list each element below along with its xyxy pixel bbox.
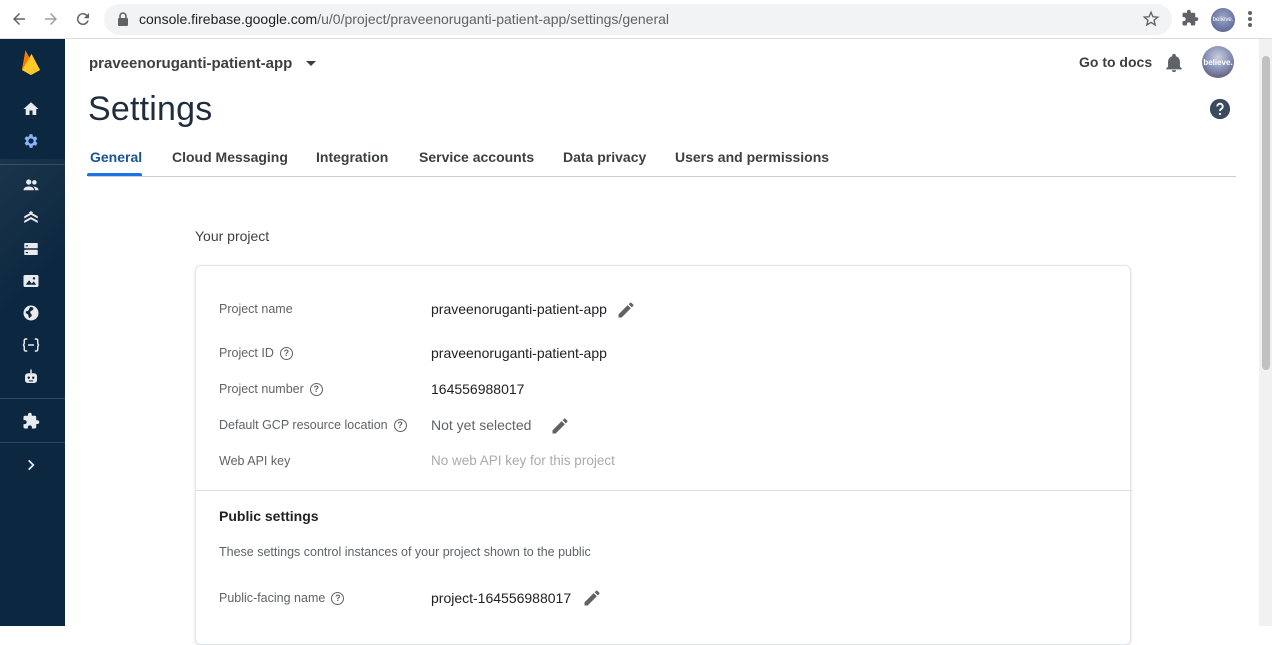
sidebar-item-home[interactable]: [20, 98, 42, 120]
tab-users-and-permissions[interactable]: Users and permissions: [675, 149, 829, 165]
project-id-value: praveenoruganti-patient-app: [431, 345, 607, 361]
extensions-puzzle-icon[interactable]: [1181, 9, 1199, 27]
tab-data-privacy[interactable]: Data privacy: [563, 149, 646, 165]
edit-project-name-icon[interactable]: [616, 300, 636, 320]
public-facing-name-help-icon[interactable]: ?: [331, 591, 345, 605]
sidebar-item-extensions[interactable]: [20, 410, 42, 432]
globe-icon: [23, 305, 39, 321]
home-icon: [23, 102, 39, 115]
active-tab-indicator: [87, 173, 142, 176]
project-number-value: 164556988017: [431, 381, 525, 397]
project-id-help-icon[interactable]: ?: [279, 346, 293, 360]
chevron-right-icon: [28, 459, 35, 471]
project-switcher-label: praveenoruganti-patient-app: [89, 55, 293, 72]
back-button[interactable]: [8, 8, 30, 30]
go-to-docs-link[interactable]: Go to docs: [1079, 54, 1152, 70]
database-icon: [24, 243, 38, 255]
forward-arrow-icon: [45, 13, 57, 25]
help-icon[interactable]: [1209, 98, 1231, 120]
sidebar-item-functions[interactable]: [20, 334, 42, 356]
section-heading-your-project: Your project: [195, 228, 270, 244]
sidebar-item-hosting[interactable]: [20, 302, 42, 324]
page-scrollbar-thumb[interactable]: [1262, 56, 1270, 370]
functions-icon: [22, 338, 40, 352]
browser-toolbar: console.firebase.google.com/u/0/project/…: [0, 0, 1272, 39]
firebase-flame-icon: [22, 50, 40, 75]
sidebar-item-firestore[interactable]: [20, 206, 42, 228]
account-avatar[interactable]: believe.: [1202, 46, 1234, 78]
tab-integration[interactable]: Integration: [316, 149, 388, 165]
web-api-key-label: Web API key: [219, 454, 291, 468]
browser-menu-icon[interactable]: [1247, 10, 1253, 28]
sidebar-item-storage[interactable]: [20, 270, 42, 292]
web-api-key-value: No web API key for this project: [431, 453, 615, 468]
sidebar-expand-button[interactable]: [20, 454, 42, 476]
gcp-location-help-icon[interactable]: ?: [393, 418, 407, 432]
robot-icon: [25, 369, 37, 383]
edit-gcp-location-icon[interactable]: [550, 416, 570, 436]
public-facing-name-value: project-164556988017: [431, 590, 572, 606]
address-bar[interactable]: console.firebase.google.com/u/0/project/…: [104, 4, 1172, 35]
tab-general[interactable]: General: [90, 149, 142, 165]
public-facing-name-label: Public-facing name ?: [219, 591, 345, 605]
sidebar-item-database[interactable]: [20, 238, 42, 260]
gcp-location-label: Default GCP resource location ?: [219, 418, 407, 432]
reload-icon: [76, 13, 89, 26]
project-switcher[interactable]: praveenoruganti-patient-app: [89, 55, 317, 72]
page-title: Settings: [88, 90, 213, 128]
edit-public-facing-name-icon[interactable]: [582, 588, 602, 608]
card-divider: [196, 490, 1132, 491]
storage-icon: [23, 275, 39, 287]
bookmark-star-icon[interactable]: [1142, 10, 1160, 28]
gcp-location-value: Not yet selected: [431, 417, 532, 433]
bell-icon[interactable]: [1163, 52, 1185, 74]
sidebar-item-settings[interactable]: [20, 130, 42, 152]
users-icon: [23, 179, 39, 191]
back-arrow-icon: [13, 13, 25, 25]
sidebar-item-ml[interactable]: [20, 366, 42, 388]
reload-button[interactable]: [72, 8, 94, 30]
browser-profile-avatar[interactable]: believe.: [1211, 8, 1235, 32]
project-name-label: Project name: [219, 302, 293, 316]
project-card: Project name praveenoruganti-patient-app…: [195, 265, 1132, 645]
settings-tabs: General Cloud Messaging Integration Serv…: [87, 146, 1236, 177]
firebase-logo[interactable]: [20, 50, 42, 75]
forward-button[interactable]: [40, 8, 62, 30]
caret-down-icon: [306, 61, 317, 66]
firebase-sidebar: [0, 39, 65, 626]
tab-cloud-messaging[interactable]: Cloud Messaging: [172, 149, 288, 165]
project-number-label: Project number ?: [219, 382, 323, 396]
firestore-icon: [24, 211, 38, 223]
project-number-help-icon[interactable]: ?: [309, 382, 323, 396]
public-settings-title: Public settings: [219, 508, 319, 524]
puzzle-icon: [23, 412, 40, 429]
tab-service-accounts[interactable]: Service accounts: [419, 149, 534, 165]
public-settings-description: These settings control instances of your…: [219, 545, 591, 559]
lock-icon: [118, 12, 128, 26]
project-id-label: Project ID ?: [219, 346, 293, 360]
sidebar-item-authentication[interactable]: [20, 174, 42, 196]
gear-icon: [24, 134, 38, 148]
project-name-value: praveenoruganti-patient-app: [431, 301, 607, 317]
url-text: console.firebase.google.com/u/0/project/…: [139, 11, 670, 27]
